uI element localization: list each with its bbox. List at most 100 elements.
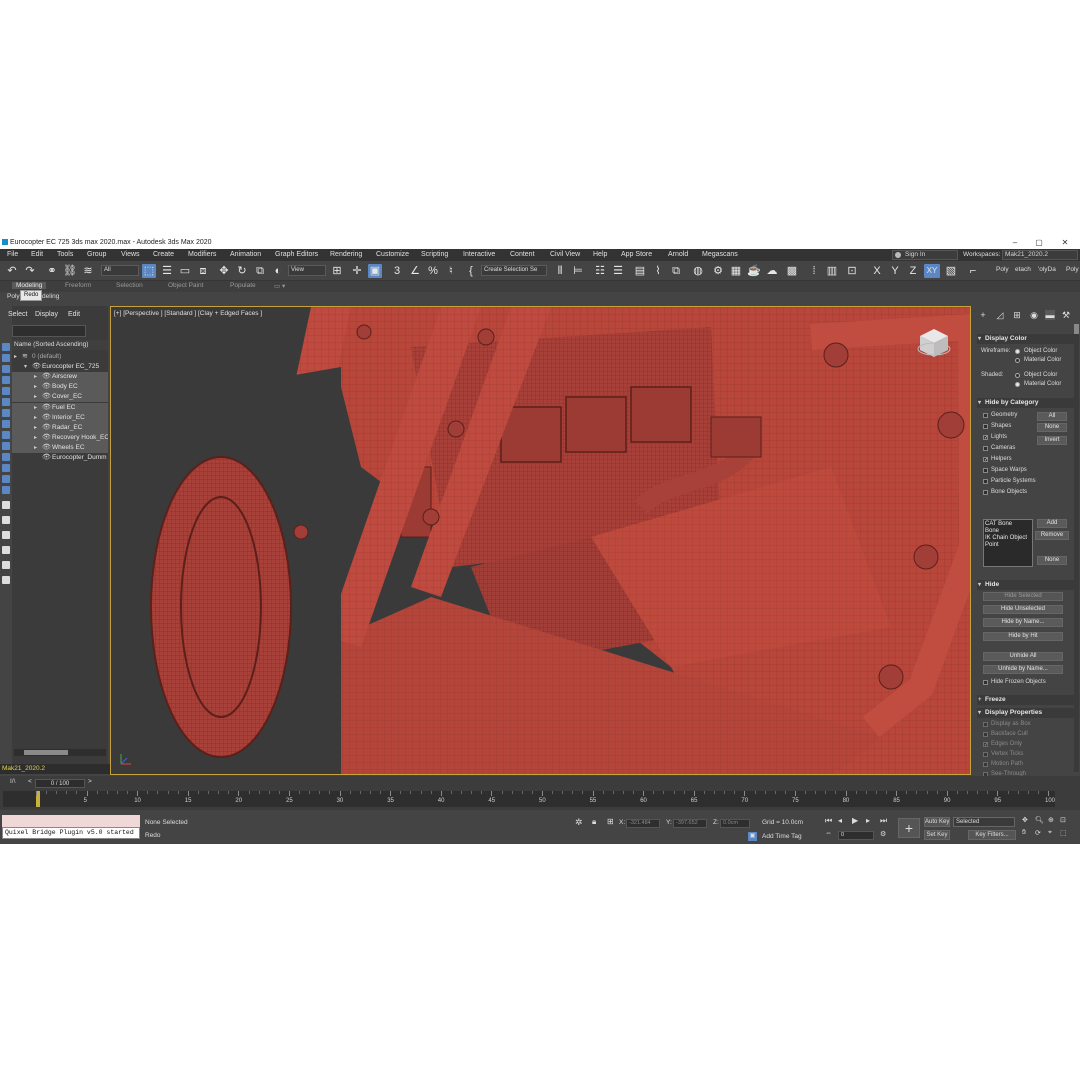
poly-tab-2[interactable]: etach	[1015, 266, 1031, 273]
maximize-viewport-icon[interactable]: ⬚	[1060, 829, 1067, 837]
ribbon-tab-populate[interactable]: Populate	[230, 282, 256, 289]
tree-row[interactable]: ▸ 👁︎ Recovery Hook_EC	[12, 432, 108, 443]
align-icon[interactable]: ⊨	[571, 264, 585, 278]
zoom-extents-icon[interactable]: ⊡	[1060, 816, 1066, 824]
hide-by-name-button[interactable]: Hide by Name...	[983, 618, 1063, 627]
edit-named-selection-icon[interactable]: {	[464, 264, 478, 278]
display-none-icon[interactable]	[2, 343, 10, 351]
poly-tab-4[interactable]: Poly	[1066, 266, 1079, 273]
axis-y-button[interactable]: Y	[888, 264, 902, 278]
tree-row[interactable]: ▸ 👁︎ Body EC	[12, 382, 108, 393]
poly-tab-3[interactable]: 'olyDa	[1038, 266, 1056, 273]
hierarchy-tab-icon[interactable]: ⊞	[1012, 310, 1022, 320]
display-property-checkbox[interactable]	[983, 722, 988, 727]
pan-icon[interactable]: ✥	[1022, 816, 1028, 824]
set-key-button[interactable]: Set Key	[924, 830, 950, 840]
menu-app-store[interactable]: App Store	[621, 249, 652, 261]
scene-options-icon[interactable]	[2, 576, 10, 584]
select-object-icon[interactable]: ⬚	[142, 264, 156, 278]
display-property-checkbox[interactable]: ✓	[983, 742, 988, 748]
layer-stack-icon[interactable]: ≋	[22, 352, 28, 362]
next-key-icon[interactable]: ▸	[866, 816, 870, 825]
key-filters-button[interactable]: Key Filters...	[968, 830, 1016, 840]
prev-key-icon[interactable]: ◂	[838, 816, 842, 825]
expand-right-icon[interactable]: ▸	[34, 433, 37, 443]
list-item[interactable]: CAT Bone	[985, 521, 1031, 528]
visibility-eye-icon[interactable]: 👁︎	[42, 403, 51, 413]
auto-key-button[interactable]: Auto Key	[924, 817, 950, 827]
menu-customize[interactable]: Customize	[376, 249, 409, 261]
hide-selected-button[interactable]: Hide Selected	[983, 592, 1063, 601]
time-tag-icon[interactable]: ▣	[748, 832, 757, 841]
close-button[interactable]: ✕	[1058, 236, 1072, 249]
display-property-checkbox[interactable]	[983, 732, 988, 737]
sign-in-dropdown[interactable]: Sign In	[892, 250, 958, 260]
category-listbox[interactable]: CAT Bone Bone IK Chain Object Point	[983, 519, 1033, 567]
placement-icon[interactable]: ◐	[271, 264, 285, 278]
minimize-button[interactable]: ‒	[1008, 236, 1022, 249]
render-production-icon[interactable]: ☕	[747, 264, 761, 278]
rotate-icon[interactable]: ↻	[235, 264, 249, 278]
maxscript-listener-output[interactable]: Quixel Bridge Plugin v5.0 started	[2, 827, 140, 839]
category-checkbox[interactable]: ✓	[983, 435, 988, 441]
selection-lock-icon[interactable]: 🔒︎	[592, 817, 596, 827]
ribbon-tab-freeform[interactable]: Freeform	[65, 282, 91, 289]
expand-right-icon[interactable]: ▸	[14, 352, 17, 362]
window-crossing-icon[interactable]: ⧈	[196, 264, 210, 278]
xrefs-filter-icon[interactable]	[2, 453, 10, 461]
expand-right-icon[interactable]: ▸	[34, 423, 37, 433]
category-checkbox[interactable]	[983, 490, 988, 495]
freeze-rollout[interactable]: Freeze	[977, 695, 1075, 705]
link-hierarchy-icon[interactable]	[2, 546, 10, 554]
x-coordinate-field[interactable]: -321.484	[626, 819, 660, 828]
display-invert-icon[interactable]	[2, 365, 10, 373]
helpers-filter-icon[interactable]	[2, 420, 10, 428]
menu-group[interactable]: Group	[87, 249, 106, 261]
schematic-view-icon[interactable]: ⧉	[669, 264, 683, 278]
display-color-rollout[interactable]: Display Color	[977, 334, 1075, 344]
maxscript-listener-input[interactable]	[2, 815, 140, 827]
select-by-name-icon[interactable]: ☰	[160, 264, 174, 278]
visibility-eye-icon[interactable]: 👁︎	[42, 453, 51, 463]
visibility-eye-icon[interactable]: 👁︎	[42, 392, 51, 402]
rect-selection-icon[interactable]: ▭	[178, 264, 192, 278]
tree-row[interactable]: ▸ 👁︎ Airscrew	[12, 372, 108, 383]
display-property-checkbox[interactable]	[983, 752, 988, 757]
hide-unselected-button[interactable]: Hide Unselected	[983, 605, 1063, 614]
menu-rendering[interactable]: Rendering	[330, 249, 362, 261]
visibility-eye-icon[interactable]: 👁︎	[42, 423, 51, 433]
geometry-filter-icon[interactable]	[2, 376, 10, 384]
reference-coordinate-select[interactable]: View	[288, 265, 326, 276]
menu-help[interactable]: Help	[593, 249, 607, 261]
viewcube[interactable]	[916, 325, 952, 361]
category-checkbox[interactable]	[983, 413, 988, 418]
bones-filter-icon[interactable]	[2, 464, 10, 472]
expand-right-icon[interactable]: ▸	[34, 372, 37, 382]
keyboard-shortcut-override-icon[interactable]: ▣	[368, 264, 382, 278]
menu-create[interactable]: Create	[153, 249, 174, 261]
layer-icon[interactable]	[2, 516, 10, 524]
filter-icon[interactable]	[2, 561, 10, 569]
scrollbar-thumb[interactable]	[24, 750, 68, 755]
expand-down-icon[interactable]: ▾	[24, 362, 27, 372]
set-key-big-button[interactable]: +	[898, 818, 920, 838]
wireframe-object-color-radio[interactable]	[1015, 349, 1020, 354]
expand-right-icon[interactable]: ▸	[34, 392, 37, 402]
groups-filter-icon[interactable]	[2, 442, 10, 450]
redo-icon[interactable]: ↷	[23, 264, 37, 278]
menu-interactive[interactable]: Interactive	[463, 249, 495, 261]
named-selection-set-select[interactable]: Create Selection Se	[481, 265, 547, 276]
visibility-eye-icon[interactable]: 👁︎	[42, 443, 51, 453]
list-item[interactable]: IK Chain Object	[985, 535, 1031, 542]
ribbon-tab-object-paint[interactable]: Object Paint	[168, 282, 203, 289]
category-all-button[interactable]: All	[1037, 412, 1067, 421]
menu-scripting[interactable]: Scripting	[421, 249, 448, 261]
visibility-eye-icon[interactable]: 👁︎	[42, 413, 51, 423]
visibility-eye-icon[interactable]: 👁︎	[42, 372, 51, 382]
display-property-checkbox[interactable]	[983, 762, 988, 767]
toolbar-tool-c-icon[interactable]: ▧	[944, 264, 958, 278]
list-item[interactable]: Bone	[985, 528, 1031, 535]
key-mode-icon[interactable]: ⇔	[825, 830, 832, 837]
timeline-toggle-icon[interactable]: I/\	[10, 778, 15, 785]
visibility-eye-icon[interactable]: 👁︎	[42, 433, 51, 443]
